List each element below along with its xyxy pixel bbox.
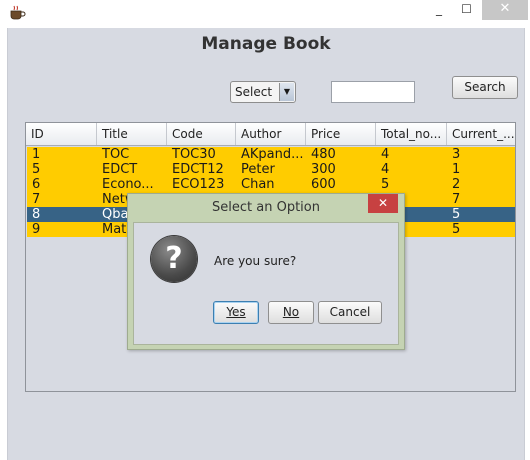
- search-input[interactable]: [331, 81, 415, 103]
- cell-price: 600: [311, 177, 336, 192]
- column-header-current[interactable]: Current_...: [447, 123, 515, 145]
- cell-current: 5: [452, 207, 461, 222]
- table-row[interactable]: 1 TOC TOC30 AKpand... 480 4 3: [27, 147, 515, 162]
- column-header-title[interactable]: Title: [97, 123, 167, 145]
- cell-title: TOC: [102, 147, 130, 162]
- confirm-dialog: Select an Option ✕ ? Are you sure? Yes N…: [127, 193, 405, 350]
- column-header-author[interactable]: Author: [236, 123, 306, 145]
- cell-author: Chan: [241, 177, 275, 192]
- table-row[interactable]: 6 Econo... ECO123 Chan 600 5 2: [27, 177, 515, 192]
- cell-id: 7: [32, 192, 41, 207]
- cell-id: 5: [32, 162, 41, 177]
- cell-current: 5: [452, 222, 461, 237]
- window-close-button[interactable]: ✕: [482, 0, 528, 20]
- dialog-close-button[interactable]: ✕: [368, 194, 398, 213]
- cell-price: 300: [311, 162, 336, 177]
- cell-total: 5: [381, 177, 390, 192]
- filter-select-value: Select: [235, 85, 273, 99]
- minimize-button[interactable]: _: [427, 0, 451, 20]
- cell-id: 1: [32, 147, 41, 162]
- column-header-code[interactable]: Code: [167, 123, 236, 145]
- cell-price: 480: [311, 147, 336, 162]
- dialog-title: Select an Option: [212, 200, 320, 215]
- table-row[interactable]: 5 EDCT EDCT12 Peter 300 4 1: [27, 162, 515, 177]
- cancel-button[interactable]: Cancel: [318, 301, 382, 324]
- column-header-total[interactable]: Total_no...: [376, 123, 447, 145]
- cell-title: EDCT: [102, 162, 138, 177]
- cell-title: Econo...: [102, 177, 154, 192]
- cell-current: 2: [452, 177, 461, 192]
- no-button[interactable]: No: [268, 301, 314, 324]
- cell-author: AKpand...: [241, 147, 304, 162]
- cell-current: 3: [452, 147, 461, 162]
- yes-button[interactable]: Yes: [213, 301, 259, 324]
- maximize-button[interactable]: ☐: [453, 0, 480, 20]
- column-header-id[interactable]: ID: [26, 123, 97, 145]
- window-titlebar: _ ☐ ✕: [0, 0, 530, 28]
- yes-button-label: Yes: [226, 305, 246, 319]
- dialog-body: ? Are you sure? Yes No Cancel: [133, 222, 399, 345]
- filter-select[interactable]: Select ▼: [230, 81, 296, 103]
- cell-code: ECO123: [172, 177, 225, 192]
- cell-total: 4: [381, 162, 390, 177]
- no-button-label: No: [282, 305, 300, 319]
- java-coffee-cup-icon: [10, 5, 26, 20]
- cell-current: 7: [452, 192, 461, 207]
- cell-author: Peter: [241, 162, 275, 177]
- dialog-message: Are you sure?: [214, 254, 297, 268]
- cell-id: 6: [32, 177, 41, 192]
- question-mark-icon: ?: [151, 236, 197, 282]
- cell-code: TOC30: [172, 147, 216, 162]
- table-header: ID Title Code Author Price Total_no... C…: [26, 123, 515, 146]
- cell-code: EDCT12: [172, 162, 224, 177]
- cell-id: 8: [32, 207, 41, 222]
- cell-current: 1: [452, 162, 461, 177]
- page-title: Manage Book: [201, 34, 331, 54]
- search-button[interactable]: Search: [452, 76, 518, 99]
- cell-total: 4: [381, 147, 390, 162]
- cell-id: 9: [32, 222, 41, 237]
- chevron-down-icon[interactable]: ▼: [279, 83, 294, 101]
- column-header-price[interactable]: Price: [306, 123, 376, 145]
